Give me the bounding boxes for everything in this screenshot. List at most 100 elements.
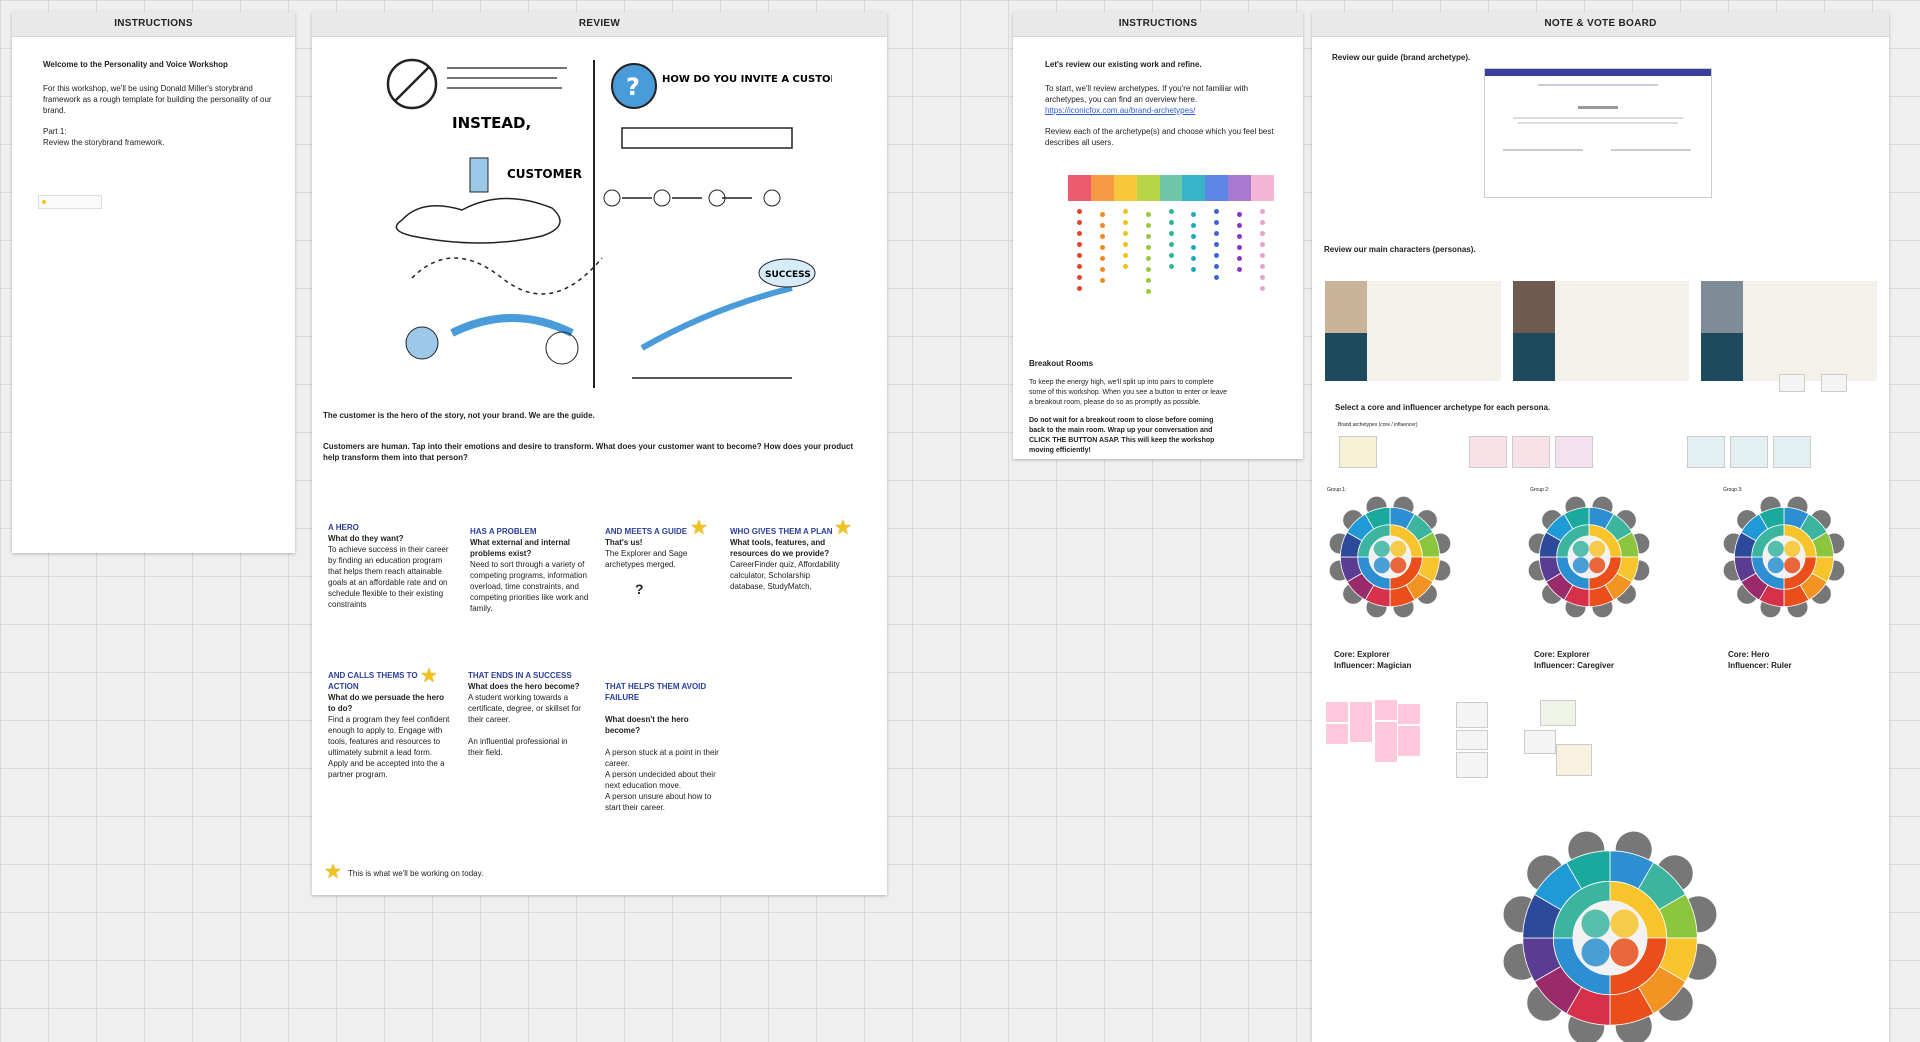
vote-dot[interactable] — [1076, 231, 1082, 236]
star-icon: ★ — [834, 517, 852, 539]
vote-dot[interactable] — [1076, 242, 1082, 247]
archetype-mini-card[interactable] — [1456, 752, 1488, 778]
sticky-note[interactable] — [1375, 722, 1397, 762]
sticky-note[interactable] — [1398, 704, 1420, 724]
sticky-note[interactable] — [1350, 702, 1372, 742]
vote-palette — [1068, 175, 1275, 201]
vote-dot[interactable] — [1237, 223, 1243, 228]
vote-dot[interactable] — [1122, 220, 1128, 225]
vote-dot[interactable] — [1214, 253, 1220, 258]
persona-card-1[interactable] — [1325, 281, 1501, 381]
vote-dot[interactable] — [1099, 256, 1105, 261]
doc-line — [1518, 122, 1678, 124]
vote-dot[interactable] — [1145, 256, 1151, 261]
vote-dot[interactable] — [1260, 220, 1266, 225]
sticky-note[interactable] — [1375, 700, 1397, 720]
vote-dot[interactable] — [1122, 209, 1128, 214]
vote-dot[interactable] — [1099, 267, 1105, 272]
vote-dot[interactable] — [1237, 267, 1243, 272]
vote-dot[interactable] — [1214, 275, 1220, 280]
vote-dot[interactable] — [1145, 289, 1151, 294]
persona-card-2[interactable] — [1513, 281, 1689, 381]
archetype-mini-card[interactable] — [1779, 374, 1805, 392]
archetypes-link[interactable]: https://iconicfox.com.au/brand-archetype… — [1045, 105, 1290, 116]
archetype-mini-card[interactable] — [1730, 436, 1768, 468]
archetype-mini-card[interactable] — [1821, 374, 1847, 392]
vote-dot[interactable] — [1191, 267, 1197, 272]
review-frame[interactable]: REVIEW INSTEAD, CUSTOMER ? HOW DO YOU IN… — [312, 12, 887, 895]
archetype-mini-card[interactable] — [1456, 730, 1488, 750]
vote-dot[interactable] — [1260, 275, 1266, 280]
vote-dot[interactable] — [1099, 234, 1105, 239]
vote-dot[interactable] — [1076, 286, 1082, 291]
archetype-wheel-group-2 — [1527, 495, 1651, 619]
vote-dot[interactable] — [1122, 253, 1128, 258]
small-sticky-note[interactable] — [38, 195, 102, 209]
archetype-mini-card[interactable] — [1512, 436, 1550, 468]
vote-dot[interactable] — [1214, 242, 1220, 247]
vote-dot[interactable] — [1214, 231, 1220, 236]
vote-dot[interactable] — [1191, 223, 1197, 228]
archetype-mini-card[interactable] — [1556, 744, 1592, 776]
vote-dot[interactable] — [1076, 209, 1082, 214]
sticky-note[interactable] — [1326, 702, 1348, 722]
vote-dot[interactable] — [1260, 242, 1266, 247]
vote-dot[interactable] — [1145, 245, 1151, 250]
instructions-frame-1[interactable]: INSTRUCTIONS Welcome to the Personality … — [12, 12, 295, 553]
vote-dot[interactable] — [1076, 264, 1082, 269]
vote-dot[interactable] — [1168, 231, 1174, 236]
archetype-mini-card[interactable] — [1469, 436, 1507, 468]
vote-dot[interactable] — [1168, 242, 1174, 247]
archetype-mini-card[interactable] — [1555, 436, 1593, 468]
vote-dot[interactable] — [1260, 253, 1266, 258]
sticky-note[interactable] — [1326, 724, 1348, 744]
vote-dot[interactable] — [1145, 278, 1151, 283]
vote-dot[interactable] — [1076, 275, 1082, 280]
vote-dot[interactable] — [1260, 209, 1266, 214]
vote-dot[interactable] — [1168, 253, 1174, 258]
vote-dot[interactable] — [1191, 256, 1197, 261]
vote-dot[interactable] — [1076, 220, 1082, 225]
vote-dot[interactable] — [1122, 231, 1128, 236]
archetype-mini-card[interactable] — [1339, 436, 1377, 468]
note-vote-board[interactable]: NOTE & VOTE BOARD Review our guide (bran… — [1312, 12, 1889, 1042]
vote-dot[interactable] — [1237, 212, 1243, 217]
persona-card-3[interactable] — [1701, 281, 1877, 381]
vote-dot[interactable] — [1237, 234, 1243, 239]
vote-dot[interactable] — [1099, 278, 1105, 283]
archetype-mini-card[interactable] — [1524, 730, 1556, 754]
vote-dot[interactable] — [1076, 253, 1082, 258]
archetype-doc-thumbnail[interactable] — [1484, 68, 1712, 198]
vote-dot[interactable] — [1191, 245, 1197, 250]
vote-dot[interactable] — [1168, 209, 1174, 214]
vote-dot[interactable] — [1099, 245, 1105, 250]
vote-dot[interactable] — [1191, 212, 1197, 217]
archetype-mini-card[interactable] — [1540, 700, 1576, 726]
vote-dot[interactable] — [1145, 223, 1151, 228]
archetype-mini-card[interactable] — [1456, 702, 1488, 728]
vote-dot[interactable] — [1260, 286, 1266, 291]
vote-dot[interactable] — [1122, 242, 1128, 247]
vote-dot[interactable] — [1214, 220, 1220, 225]
vote-dot[interactable] — [1168, 264, 1174, 269]
vote-dot[interactable] — [1237, 245, 1243, 250]
sticky-note[interactable] — [1398, 726, 1420, 756]
vote-dot[interactable] — [1168, 220, 1174, 225]
doc-col-left — [1503, 149, 1583, 181]
archetype-mini-card[interactable] — [1687, 436, 1725, 468]
vote-dot[interactable] — [1214, 209, 1220, 214]
vote-dot[interactable] — [1145, 234, 1151, 239]
archetype-mini-card[interactable] — [1773, 436, 1811, 468]
vote-dot[interactable] — [1099, 223, 1105, 228]
card-heading: THAT ENDS IN A SUCCESS — [468, 671, 572, 680]
vote-dot[interactable] — [1260, 231, 1266, 236]
vote-dot[interactable] — [1191, 234, 1197, 239]
vote-dot[interactable] — [1145, 267, 1151, 272]
vote-dot[interactable] — [1145, 212, 1151, 217]
instructions-frame-2[interactable]: INSTRUCTIONS Let's review our existing w… — [1013, 12, 1303, 459]
vote-dot[interactable] — [1214, 264, 1220, 269]
vote-dot[interactable] — [1099, 212, 1105, 217]
vote-dot[interactable] — [1122, 264, 1128, 269]
vote-dot[interactable] — [1237, 256, 1243, 261]
vote-dot[interactable] — [1260, 264, 1266, 269]
